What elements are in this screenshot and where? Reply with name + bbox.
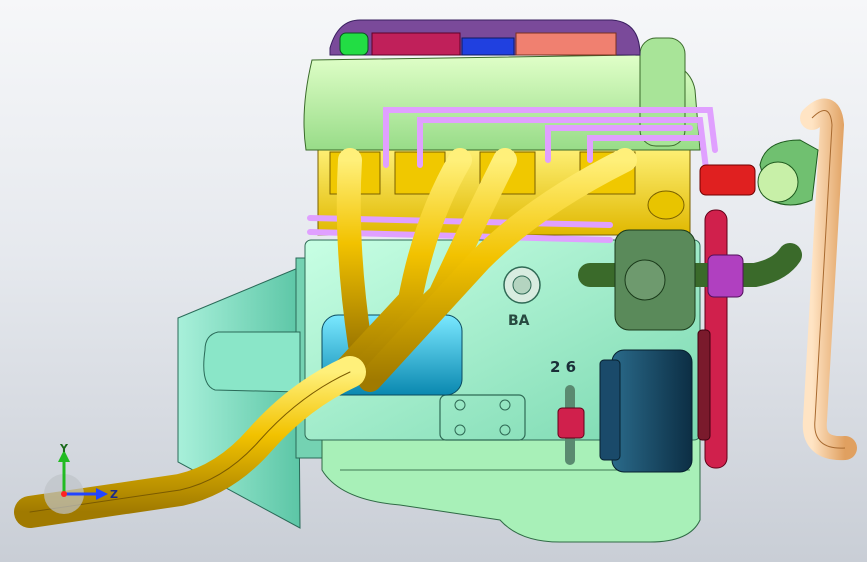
z-axis-label: Z <box>110 488 118 501</box>
red-fitting[interactable] <box>699 164 756 196</box>
y-axis-label: Y <box>59 442 69 455</box>
crank-pulley[interactable] <box>697 209 728 469</box>
engine-3d-model[interactable]: BA 2 6 Y Z <box>0 0 867 562</box>
block-casting-text: BA <box>508 313 530 329</box>
engine-marking: 2 6 <box>550 358 576 376</box>
alternator[interactable] <box>599 349 693 473</box>
origin-dot <box>61 491 67 497</box>
oil-cap[interactable] <box>339 32 369 56</box>
intake-pipe[interactable] <box>578 229 802 331</box>
cover-lid[interactable] <box>329 19 641 56</box>
thermostat-housing[interactable] <box>757 139 819 206</box>
cad-viewport[interactable]: BA 2 6 Y Z <box>0 0 867 562</box>
